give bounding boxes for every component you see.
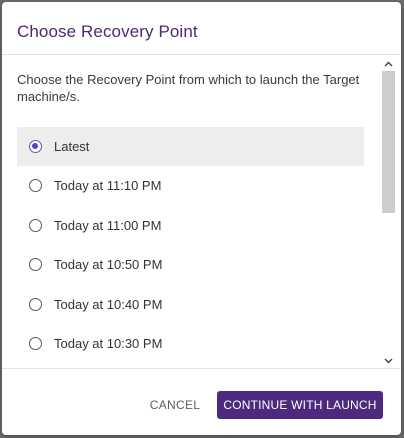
option-label: Today at 11:10 PM: [54, 178, 162, 194]
radio-button[interactable]: [29, 218, 42, 232]
option-label: Today at 10:50 PM: [54, 257, 163, 273]
scroll-up-button[interactable]: [380, 57, 397, 71]
dialog-description: Choose the Recovery Point from which to …: [17, 72, 360, 104]
option-label: Today at 10:30 PM: [54, 335, 163, 351]
option-label: Today at 10:40 PM: [54, 296, 163, 312]
scrollbar-thumb[interactable]: [382, 71, 395, 213]
scroll-down-button[interactable]: [380, 354, 397, 368]
chevron-down-icon: [384, 358, 393, 364]
vertical-scrollbar[interactable]: [380, 55, 397, 368]
dialog-title: Choose Recovery Point: [17, 22, 198, 41]
recovery-point-option[interactable]: Today at 10:40 PM: [17, 285, 364, 324]
radio-button[interactable]: [29, 179, 42, 193]
recovery-point-option[interactable]: Today at 10:30 PM: [17, 324, 364, 363]
option-label: Today at 11:00 PM: [54, 217, 162, 233]
option-label: Latest: [54, 139, 90, 154]
radio-button[interactable]: [29, 258, 42, 272]
scrollbar-track[interactable]: [382, 71, 395, 353]
recovery-point-dialog: Choose Recovery Point Choose the Recover…: [2, 2, 401, 435]
footer-divider: [2, 368, 401, 369]
recovery-point-option[interactable]: Today at 11:10 PM: [17, 166, 364, 205]
radio-button[interactable]: [29, 336, 42, 350]
cancel-button[interactable]: CANCEL: [142, 392, 208, 418]
radio-button[interactable]: [29, 297, 42, 311]
recovery-point-options: Latest Today at 11:10 PM Today at 11:00 …: [17, 127, 364, 363]
recovery-point-option[interactable]: Today at 11:00 PM: [17, 206, 364, 245]
radio-button[interactable]: [29, 140, 42, 153]
continue-with-launch-button[interactable]: CONTINUE WITH LAUNCH: [217, 391, 383, 419]
recovery-point-option[interactable]: Today at 10:50 PM: [17, 245, 364, 284]
recovery-point-option-latest[interactable]: Latest: [17, 127, 364, 166]
chevron-up-icon: [384, 61, 393, 67]
dialog-body: Choose the Recovery Point from which to …: [2, 55, 401, 368]
